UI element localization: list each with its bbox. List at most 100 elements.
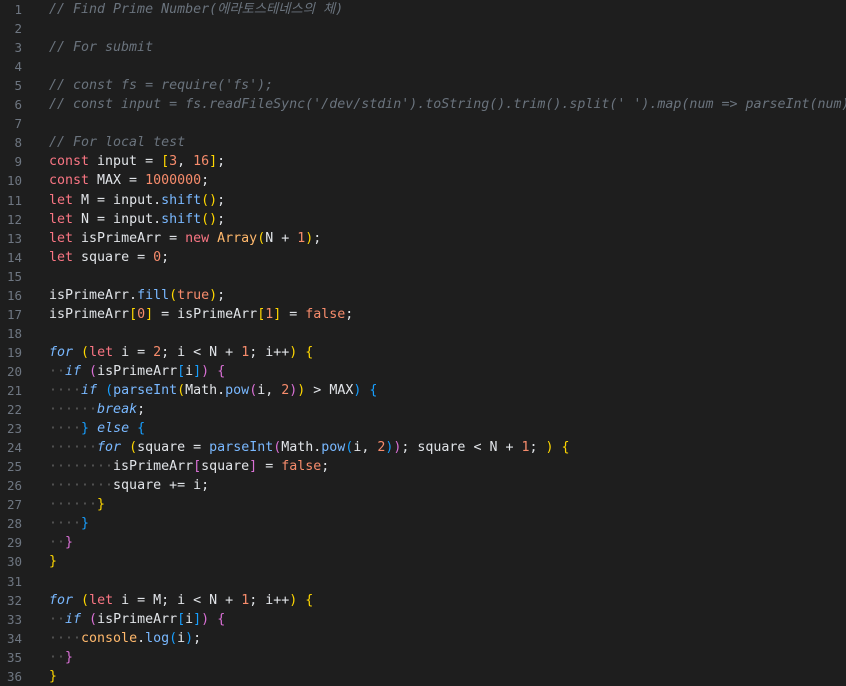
code-token: const [49,154,90,170]
code-line[interactable]: 13 let isPrimeArr = new Array(N + 1); [0,229,846,248]
indent-guide: ········ [49,459,114,475]
code-line[interactable]: 23 ····} else { [0,419,846,438]
code-token: // const fs = require('fs'); [49,78,274,94]
code-line[interactable]: 32 for (let i = M; i < N + 1; i++) { [0,591,846,610]
line-number: 8 [14,135,22,151]
indent-guide: ······ [49,497,98,513]
code-token: [ [177,363,186,379]
code-token: ) [185,630,194,646]
code-line[interactable]: 27 ······} [0,495,846,514]
code-token: 1 [241,592,250,608]
code-line[interactable]: 34 ····console.log(i); [0,629,846,648]
line-number: 7 [14,116,22,132]
code-line[interactable]: 4 [0,57,846,76]
code-token: { [369,383,378,398]
code-line[interactable]: 20 ··if (isPrimeArr[i]) { [0,362,846,381]
code-token: let [49,249,74,265]
code-token: i, [353,440,378,456]
line-number: 10 [6,173,22,189]
code-token: true [177,287,210,303]
line-number: 13 [6,230,22,246]
code-token: = isPrimeArr [153,306,258,322]
code-line[interactable]: 21 ····if (parseInt(Math.pow(i, 2)) > MAX… [0,381,846,400]
code-token: ; i++ [249,344,290,360]
code-token: let [89,344,114,360]
code-text: } [49,667,57,686]
code-line[interactable]: 25 ········isPrimeArr[square] = false; [0,457,846,476]
code-line[interactable]: 17 isPrimeArr[0] = isPrimeArr[1] = false; [0,305,846,324]
code-editor[interactable]: 1// Find Prime Number(에라토스테네스의 체) 2 3// Fo… [0,0,846,686]
code-line[interactable]: 12 let N = input.shift(); [0,210,846,229]
code-line[interactable]: 7 [0,114,846,133]
code-token: break [97,402,138,418]
code-line[interactable]: 14 let square = 0; [0,248,846,267]
code-token: new [185,230,210,246]
code-token: ; [217,211,226,227]
code-line[interactable]: 29 ··} [0,533,846,552]
code-text: ····} [49,514,89,533]
code-token: Math. [281,440,322,456]
line-number: 17 [6,306,22,322]
code-text: let square = 0; [49,248,169,267]
code-text: let isPrimeArr = new Array(N + 1); [49,229,321,248]
code-token: input = [89,154,162,170]
code-token: for [49,592,74,608]
code-line[interactable]: 3 // For submit [0,38,846,57]
indent-guide: ······ [49,440,98,456]
indent-guide: ········ [49,478,114,494]
code-token: ; [137,402,146,418]
code-line[interactable]: 11 let M = input.shift(); [0,191,846,210]
code-text: ··} [49,533,73,552]
code-token: ; [321,459,330,475]
line-number: 19 [6,344,22,360]
code-token: , [177,154,194,170]
code-token: parseInt [209,440,274,456]
code-text: ····} else { [49,419,145,438]
line-number: 16 [6,287,22,303]
code-text: isPrimeArr[0] = isPrimeArr[1] = false; [49,305,353,324]
line-number: 31 [6,573,22,589]
code-line[interactable]: 5 // const fs = require('fs'); [0,76,846,95]
code-line[interactable]: 2 [0,19,846,38]
code-line[interactable]: 22 ······break; [0,400,846,419]
code-line[interactable]: 8 // For local test [0,133,846,152]
line-number: 14 [6,249,22,265]
code-line[interactable]: 6 // const input = fs.readFileSync('/dev/… [0,95,846,114]
code-token: Array [217,230,258,246]
code-token: ; [217,287,226,303]
code-line[interactable]: 36} [0,667,846,686]
code-token: ( [89,611,98,627]
code-line[interactable]: 31 [0,572,846,591]
code-token: i [185,363,194,379]
code-line[interactable]: 19 for (let i = 2; i < N + 1; i++) { [0,343,846,362]
line-number: 24 [6,440,22,456]
code-line[interactable]: 9 const input = [3, 16]; [0,152,846,171]
code-line[interactable]: 30} [0,552,846,571]
code-token: ; [217,154,226,170]
code-line[interactable]: 28 ····} [0,514,846,533]
code-line[interactable]: 16 isPrimeArr.fill(true); [0,286,846,305]
code-line[interactable]: 18 [0,324,846,343]
code-token: let [49,211,74,227]
code-token: fill [137,287,170,303]
code-line[interactable]: 24 ······for (square = parseInt(Math.pow(… [0,438,846,457]
code-text: for (let i = M; i < N + 1; i++) { [49,591,313,610]
code-line[interactable]: 26 ········square += i; [0,476,846,495]
code-line[interactable]: 35 ··} [0,648,846,667]
line-number: 21 [6,383,22,398]
line-number: 5 [14,78,22,94]
code-text: ········isPrimeArr[square] = false; [49,457,329,476]
indent-guide: ·· [49,611,66,627]
code-line[interactable]: 15 [0,267,846,286]
code-token: ] [209,154,218,170]
code-line[interactable]: 10 const MAX = 1000000; [0,171,846,190]
code-token: } [81,421,90,437]
code-token: } [97,497,106,513]
code-token: { [561,440,570,456]
code-line[interactable]: 33 ··if (isPrimeArr[i]) { [0,610,846,629]
code-token: ; i < N + [161,344,242,360]
code-line[interactable]: 1 // Find Prime Number(에라토스테네스의 체) [0,0,846,19]
